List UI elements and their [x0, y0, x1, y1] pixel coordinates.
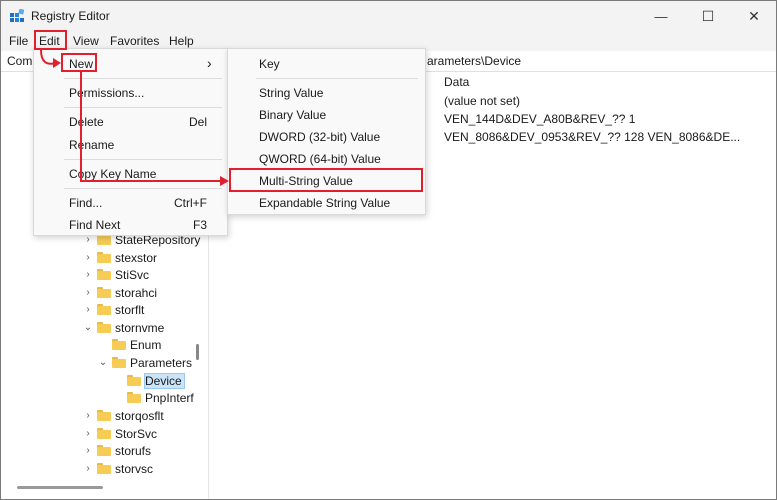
find-next-shortcut: F3: [193, 218, 208, 232]
expand-chevron-icon[interactable]: ›: [83, 269, 93, 280]
delete-shortcut: Del: [189, 115, 208, 129]
title-bar: Registry Editor — ☐ ✕: [1, 1, 776, 31]
folder-icon: [97, 252, 111, 263]
submenu-item-qword-value[interactable]: QWORD (64-bit) Value: [259, 152, 381, 166]
menu-item-find[interactable]: Find...: [69, 196, 102, 210]
maximize-button[interactable]: ☐: [685, 1, 731, 31]
folder-icon: [97, 463, 111, 474]
folder-icon: [112, 357, 126, 368]
tree-item-storflt[interactable]: › storflt: [83, 301, 144, 318]
menu-item-find-next[interactable]: Find Next: [69, 218, 120, 232]
tree-item-label: storahci: [115, 285, 158, 300]
tree-horizontal-scrollbar[interactable]: [17, 486, 103, 489]
menu-item-delete[interactable]: Delete: [69, 115, 104, 129]
folder-icon: [97, 287, 111, 298]
menu-separator: [64, 107, 222, 108]
minimize-button[interactable]: —: [638, 1, 684, 31]
expand-chevron-icon[interactable]: ›: [83, 463, 93, 474]
folder-icon: [127, 375, 141, 386]
registry-editor-app-icon: [10, 9, 24, 22]
tree-item-storqosflt[interactable]: › storqosflt: [83, 407, 164, 424]
menu-help[interactable]: Help: [169, 34, 194, 48]
menu-separator: [64, 78, 222, 79]
menu-separator: [256, 78, 418, 79]
tree-item-storsvc[interactable]: › StorSvc: [83, 425, 157, 442]
menu-file[interactable]: File: [9, 34, 28, 48]
tree-item-label: Parameters: [130, 355, 193, 370]
folder-icon: [97, 304, 111, 315]
submenu-item-string-value[interactable]: String Value: [259, 86, 323, 100]
value-row-default[interactable]: (value not set): [444, 94, 520, 108]
value-row-2[interactable]: VEN_8086&DEV_0953&REV_?? 128 VEN_8086&DE…: [444, 130, 740, 144]
tree-item-label: StiSvc: [115, 267, 150, 282]
submenu-arrow-icon: ›: [207, 55, 212, 71]
expand-chevron-icon[interactable]: ›: [83, 304, 93, 315]
expand-chevron-icon[interactable]: ›: [83, 428, 93, 439]
tree-item-label: StorSvc: [115, 426, 158, 441]
menu-item-permissions[interactable]: Permissions...: [69, 86, 144, 100]
tree-item-storufs[interactable]: › storufs: [83, 442, 151, 459]
minimize-icon: —: [654, 8, 668, 24]
edit-menu-dropdown: New › Permissions... Delete Del Rename C…: [33, 48, 228, 236]
tree-item-label: PnpInterf: [145, 390, 194, 405]
highlight-multi-string-value: [229, 168, 423, 192]
expand-chevron-icon[interactable]: ›: [83, 410, 93, 421]
menu-favorites[interactable]: Favorites: [110, 34, 159, 48]
submenu-item-binary-value[interactable]: Binary Value: [259, 108, 326, 122]
registry-editor-window: Registry Editor — ☐ ✕ File Edit View Fav…: [0, 0, 777, 500]
tree-item-label: storqosflt: [115, 408, 164, 423]
tree-item-device[interactable]: Device: [113, 372, 185, 389]
submenu-item-expandable-string-value[interactable]: Expandable String Value: [259, 196, 390, 210]
folder-icon: [97, 445, 111, 456]
expand-chevron-icon[interactable]: ›: [83, 252, 93, 263]
value-row-1[interactable]: VEN_144D&DEV_A80B&REV_?? 1: [444, 112, 635, 126]
folder-icon: [97, 410, 111, 421]
expand-chevron-icon[interactable]: ›: [83, 287, 93, 298]
menu-item-rename[interactable]: Rename: [69, 138, 114, 152]
close-button[interactable]: ✕: [731, 1, 776, 31]
expand-chevron-icon[interactable]: ›: [83, 445, 93, 456]
menu-separator: [64, 188, 222, 189]
folder-icon: [97, 322, 111, 333]
tree-item-label-selected: Device: [144, 372, 185, 389]
tree-item-stexstor[interactable]: › stexstor: [83, 249, 157, 266]
submenu-item-key[interactable]: Key: [259, 57, 280, 71]
find-shortcut: Ctrl+F: [174, 196, 207, 210]
tree-item-label: storufs: [115, 443, 152, 458]
close-icon: ✕: [748, 7, 760, 24]
tree-item-storvsc[interactable]: › storvsc: [83, 460, 153, 477]
menu-separator: [64, 159, 222, 160]
tree-item-storahci[interactable]: › storahci: [83, 284, 157, 301]
address-text-right: arameters\Device: [427, 54, 522, 68]
tree-item-stisvc[interactable]: › StiSvc: [83, 266, 149, 283]
folder-icon: [97, 269, 111, 280]
highlight-edit-menu: [34, 30, 67, 50]
column-header-data[interactable]: Data: [444, 75, 469, 89]
folder-icon: [97, 428, 111, 439]
menu-item-copy-key-name[interactable]: Copy Key Name: [69, 167, 156, 181]
tree-item-enum[interactable]: Enum: [98, 336, 161, 353]
tree-item-parameters[interactable]: ⌄ Parameters: [98, 354, 192, 371]
tree-item-label: Enum: [130, 337, 162, 352]
tree-vertical-scrollbar[interactable]: [196, 344, 199, 360]
collapse-chevron-icon[interactable]: ⌄: [83, 322, 93, 333]
submenu-item-dword-value[interactable]: DWORD (32-bit) Value: [259, 130, 380, 144]
tree-item-pnpinterface[interactable]: PnpInterf: [113, 389, 194, 406]
window-title: Registry Editor: [31, 9, 110, 23]
tree-item-label: stexstor: [115, 250, 158, 265]
tree-item-label: stornvme: [115, 320, 165, 335]
menu-view[interactable]: View: [73, 34, 99, 48]
tree-item-label: storflt: [115, 302, 145, 317]
tree-item-stornvme[interactable]: ⌄ stornvme: [83, 319, 165, 336]
address-text-left: Com: [7, 54, 33, 68]
tree-item-label: storvsc: [115, 461, 154, 476]
folder-icon: [112, 339, 126, 350]
maximize-icon: ☐: [701, 7, 715, 24]
folder-icon: [127, 392, 141, 403]
collapse-chevron-icon[interactable]: ⌄: [98, 357, 108, 368]
highlight-new-item: [61, 53, 97, 72]
